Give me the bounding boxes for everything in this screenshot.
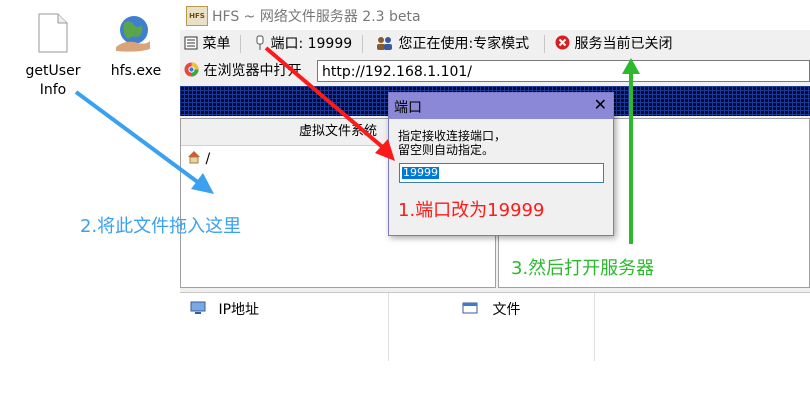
annotation-arrows — [74, 46, 640, 244]
blue-arrow — [74, 90, 214, 194]
green-arrow — [622, 58, 640, 244]
red-arrow — [264, 46, 395, 161]
